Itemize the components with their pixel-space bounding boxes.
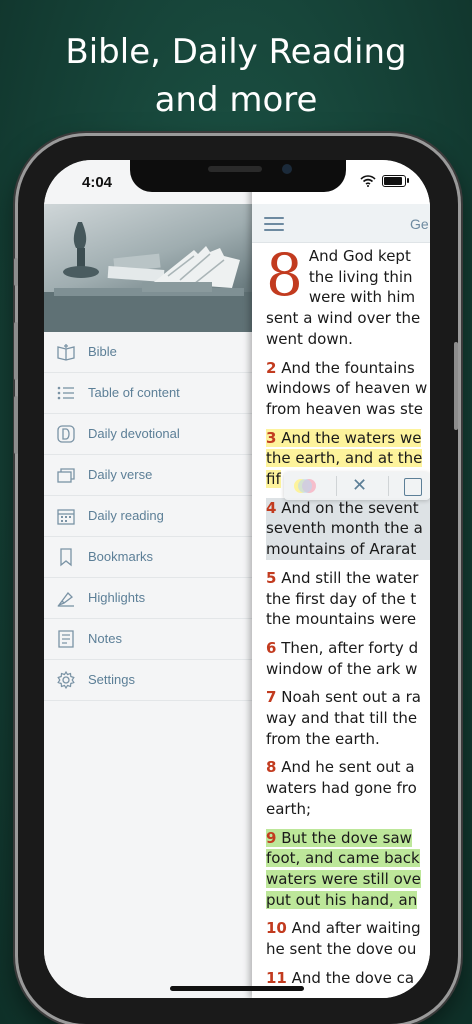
- sidebar-item-bible[interactable]: Bible: [44, 332, 252, 373]
- reader-panel: Ge 8 And God kept the living thin were w…: [252, 160, 430, 998]
- headline: Bible, Daily Reading and more: [0, 28, 472, 124]
- highlighter-icon: [57, 592, 74, 607]
- phone-screen: Bible Table of content Daily devotional …: [44, 160, 430, 998]
- speaker: [208, 166, 262, 172]
- verse-number: 6: [266, 638, 277, 657]
- hamburger-menu-icon[interactable]: [264, 217, 284, 231]
- verse-8[interactable]: 8 And he sent out a waters had gone fro …: [266, 757, 430, 819]
- sidebar-item-daily-devotional[interactable]: Daily devotional: [44, 414, 252, 455]
- devotional-d-icon: [57, 425, 75, 443]
- sidebar-header-image: [44, 204, 252, 332]
- sidebar-item-daily-reading[interactable]: Daily reading: [44, 496, 252, 537]
- sidebar: Bible Table of content Daily devotional …: [44, 160, 252, 998]
- gear-icon: [57, 670, 75, 690]
- verse-number: 9: [266, 828, 277, 847]
- verse-action-popup: ✕: [284, 472, 430, 500]
- status-icons: [360, 175, 409, 187]
- calendar-icon: [57, 509, 75, 525]
- sidebar-item-label: Highlights: [88, 590, 146, 605]
- reader-toolbar: Ge: [252, 204, 430, 243]
- sidebar-item-label: Daily reading: [88, 508, 164, 523]
- headline-line-1: Bible, Daily Reading: [65, 32, 407, 72]
- sidebar-item-label: Table of content: [88, 385, 180, 400]
- sidebar-item-label: Settings: [88, 672, 135, 687]
- sidebar-item-label: Bible: [88, 344, 117, 359]
- verse-6[interactable]: 6 Then, after forty d window of the ark …: [266, 638, 430, 679]
- notes-icon: [58, 630, 74, 648]
- status-time: 4:04: [82, 174, 113, 191]
- home-indicator[interactable]: [170, 986, 304, 991]
- sidebar-item-label: Daily verse: [88, 467, 153, 482]
- book-open-icon: [57, 344, 75, 361]
- verse-number: 8: [266, 758, 277, 777]
- sidebar-item-label: Daily devotional: [88, 426, 180, 441]
- notch: [130, 160, 346, 192]
- close-icon[interactable]: ✕: [352, 475, 367, 496]
- mute-switch: [14, 258, 18, 286]
- sidebar-item-daily-verse[interactable]: Daily verse: [44, 455, 252, 496]
- verse-number: 10: [266, 919, 287, 938]
- verse-number: 3: [266, 428, 277, 447]
- list-icon: [57, 386, 74, 400]
- sidebar-item-settings[interactable]: Settings: [44, 660, 252, 701]
- chapter-text: 8 And God kept the living thin were with…: [266, 246, 430, 997]
- volume-up-button: [14, 322, 18, 380]
- verse-10[interactable]: 10 And after waiting he sent the dove ou: [266, 918, 430, 959]
- sidebar-item-label: Notes: [88, 631, 122, 646]
- verse-4-selected[interactable]: 4 And on the sevent seventh month the a …: [266, 497, 430, 560]
- verse-7[interactable]: 7 Noah sent out a ra way and that till t…: [266, 687, 430, 749]
- add-note-icon[interactable]: [404, 478, 422, 496]
- verse-2[interactable]: 2 And the fountains windows of heaven w …: [266, 358, 430, 420]
- verse-number: 5: [266, 568, 277, 587]
- battery-icon: [382, 175, 409, 187]
- sidebar-menu: Bible Table of content Daily devotional …: [44, 332, 252, 701]
- headline-line-2: and more: [154, 80, 318, 120]
- camera: [282, 164, 292, 174]
- chapter-number: 8: [266, 246, 303, 309]
- verse-cards-icon: [57, 468, 75, 483]
- verse-number: 7: [266, 688, 277, 707]
- blue-color-dot[interactable]: [298, 479, 312, 493]
- sidebar-item-highlights[interactable]: Highlights: [44, 578, 252, 619]
- verse-9-highlighted[interactable]: 9 But the dove saw foot, and came back w…: [266, 828, 430, 911]
- verse-number: 4: [266, 498, 277, 517]
- verse-1[interactable]: 8 And God kept the living thin were with…: [266, 246, 430, 350]
- popup-divider: [388, 476, 389, 496]
- highlight-color-picker[interactable]: [294, 478, 324, 494]
- popup-divider: [336, 476, 337, 496]
- wifi-icon: [360, 175, 376, 187]
- power-button: [454, 342, 458, 430]
- book-title-button[interactable]: Ge: [410, 216, 429, 232]
- verse-number: 11: [266, 968, 287, 987]
- bookmark-icon: [60, 548, 72, 567]
- sidebar-item-notes[interactable]: Notes: [44, 619, 252, 660]
- volume-down-button: [14, 396, 18, 454]
- lamp-books-illustration: [44, 222, 252, 332]
- sidebar-item-table-of-content[interactable]: Table of content: [44, 373, 252, 414]
- verse-number: 2: [266, 358, 277, 377]
- sidebar-item-label: Bookmarks: [88, 549, 154, 564]
- verse-5[interactable]: 5 And still the water the first day of t…: [266, 568, 430, 630]
- sidebar-item-bookmarks[interactable]: Bookmarks: [44, 537, 252, 578]
